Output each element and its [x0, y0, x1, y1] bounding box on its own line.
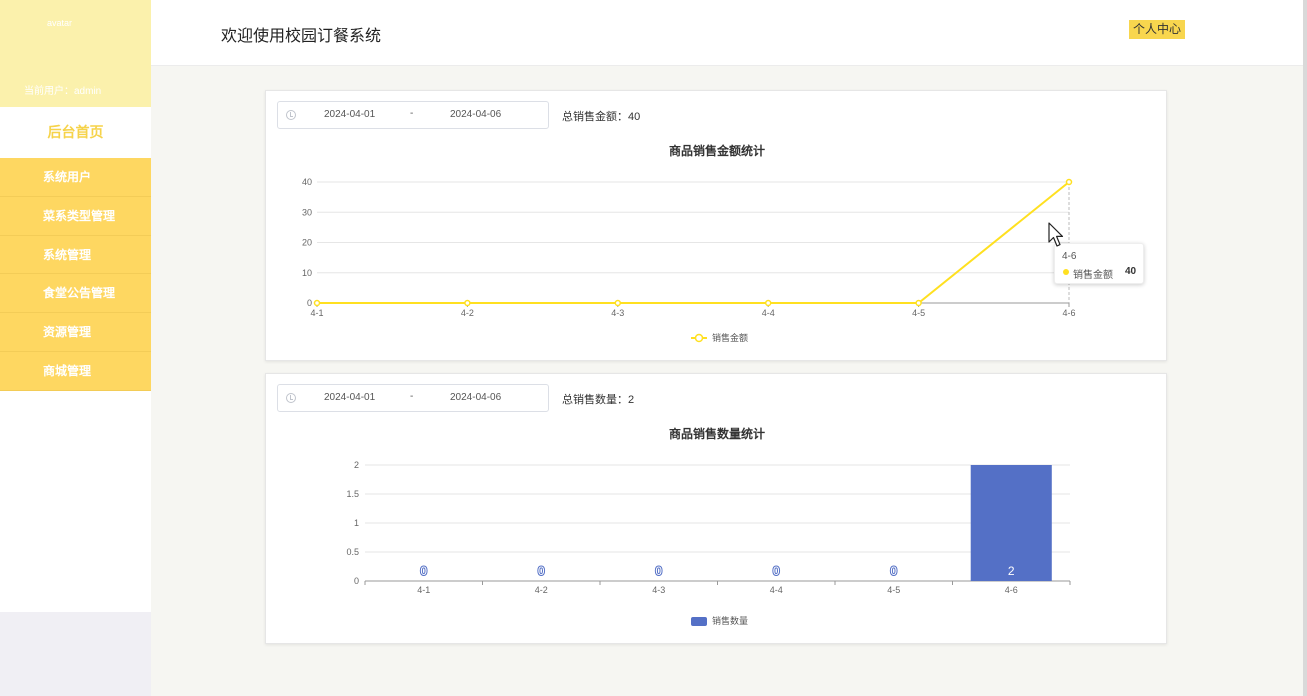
page-title: 欢迎使用校园订餐系统: [221, 28, 382, 45]
legend-label: 销售金额: [712, 332, 748, 343]
avatar: avatar: [47, 18, 72, 28]
data-point: [764, 299, 772, 307]
sidebar-item-cuisine-types[interactable]: 菜系类型管理: [0, 196, 151, 236]
sales-amount-card: 2024-04-01 - 2024-04-06 总销售金额：40 商品销售金额统…: [265, 90, 1167, 361]
y-tick-label: 1.5: [346, 489, 359, 499]
x-tick-label: 4-4: [770, 585, 783, 595]
chart-title: 商品销售金额统计: [669, 143, 765, 158]
bar-data-label: 2: [1008, 564, 1015, 578]
avatar-broken-image: avatar: [47, 18, 73, 28]
data-point: [464, 299, 471, 307]
x-tick-label: 4-3: [611, 308, 624, 318]
chart-title: 商品销售数量统计: [669, 426, 765, 441]
y-tick-label: 1: [354, 518, 359, 528]
sidebar: avatar 当前用户：admin 后台首页 系统用户 菜系类型管理 系统管理 …: [0, 0, 151, 696]
x-tick-label: 4-2: [535, 585, 548, 595]
y-tick-label: 20: [302, 238, 312, 248]
y-tick-label: 10: [302, 268, 312, 278]
sidebar-menu: 系统用户 菜系类型管理 系统管理 食堂公告管理 资源管理 商城管理: [0, 158, 151, 391]
legend-point-marker: [694, 333, 704, 343]
legend-label: 销售数量: [712, 615, 748, 626]
sidebar-item-system-management[interactable]: 系统管理: [0, 235, 151, 275]
sales-amount-line-chart: 商品销售金额统计 0 10 20 30 40 4-1 4-2 4-3 4-4 4-5 4-6 销售金额: [302, 143, 1076, 343]
y-tick-label: 30: [302, 207, 312, 217]
sidebar-item-mall[interactable]: 商城管理: [0, 351, 151, 391]
x-tick-label: 4-2: [461, 308, 474, 318]
tooltip-series-label: 销售金额: [1073, 270, 1113, 281]
sidebar-item-canteen-notices[interactable]: 食堂公告管理: [0, 274, 151, 314]
chart-tooltip: 4-6 销售金额 40: [1054, 243, 1144, 284]
sidebar-item-system-users[interactable]: 系统用户: [0, 158, 151, 197]
current-user-label: 当前用户：admin: [24, 86, 102, 97]
data-point: [614, 299, 622, 307]
y-tick-label: 0: [354, 576, 359, 586]
x-tick-label: 4-1: [310, 308, 323, 318]
bar-data-label: 0: [420, 564, 427, 578]
bar-data-label: 0: [655, 564, 662, 578]
sidebar-item-home[interactable]: 后台首页: [0, 107, 151, 158]
x-tick-label: 4-4: [762, 308, 775, 318]
mouse-cursor-icon: [1048, 222, 1064, 247]
data-point: [915, 299, 922, 307]
y-tick-label: 0.5: [346, 547, 359, 557]
x-tick-label: 4-6: [1062, 308, 1075, 318]
tooltip-value: 40: [1125, 266, 1137, 277]
y-tick-label: 2: [354, 460, 359, 470]
legend-bar-marker: [691, 617, 707, 626]
sales-count-card: 2024-04-01 - 2024-04-06 总销售数量：2 商品销售数量统计…: [265, 373, 1167, 644]
tooltip-title: 4-6: [1062, 251, 1077, 262]
bar-data-label: 0: [890, 564, 897, 578]
sales-count-bar-chart: 商品销售数量统计 0 0.5 1 1.5 2 4-1 0 4-2 0 4-3 0 4-4 0 4-5 0 4-6…: [346, 426, 1071, 626]
x-tick-label: 4-5: [887, 585, 900, 595]
x-tick-label: 4-3: [652, 585, 665, 595]
x-tick-label: 4-6: [1005, 585, 1018, 595]
data-point: [1065, 178, 1073, 186]
bar-data-label: 0: [773, 564, 780, 578]
sidebar-item-resources[interactable]: 资源管理: [0, 313, 151, 352]
scrollbar-track[interactable]: [1303, 0, 1307, 696]
y-tick-label: 0: [307, 298, 312, 308]
top-header: 欢迎使用校园订餐系统 个人中心: [151, 0, 1307, 66]
tooltip-series-dot: [1063, 269, 1069, 275]
x-tick-label: 4-1: [417, 585, 430, 595]
y-tick-label: 40: [302, 177, 312, 187]
bar-data-label: 0: [538, 564, 545, 578]
x-tick-label: 4-5: [912, 308, 925, 318]
data-point: [313, 299, 321, 307]
personal-center-button[interactable]: 个人中心: [1129, 20, 1186, 39]
